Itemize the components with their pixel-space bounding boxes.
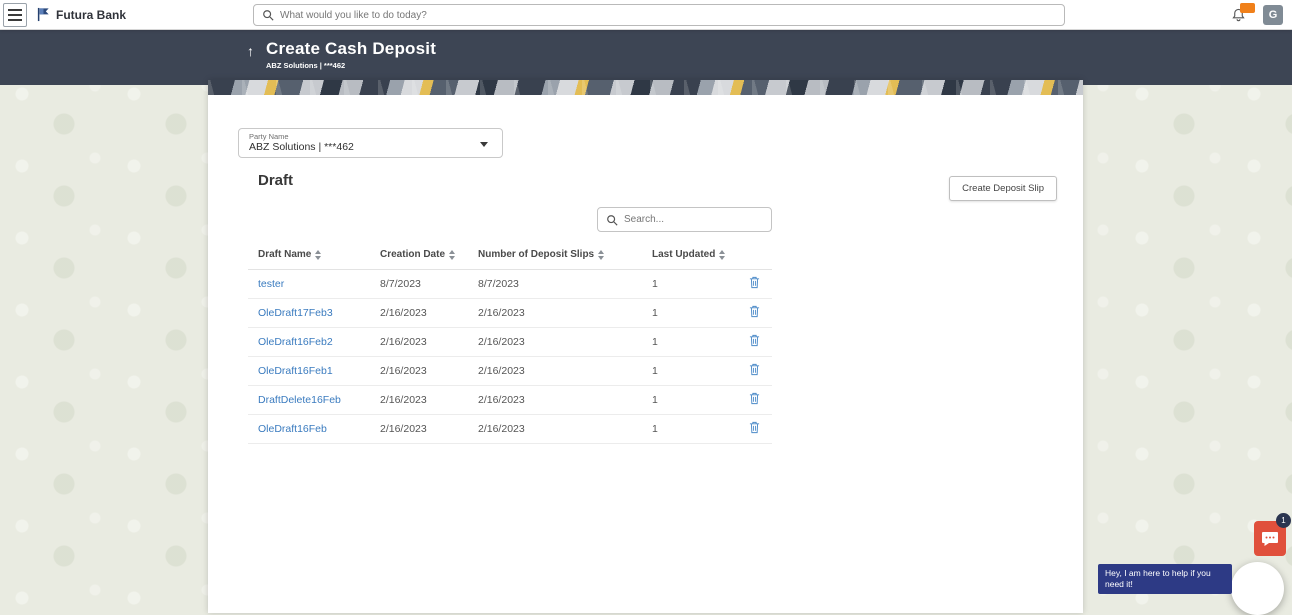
creation-date-cell: 8/7/2023 <box>380 278 421 290</box>
chevron-down-icon <box>480 142 488 151</box>
draft-name-link[interactable]: DraftDelete16Feb <box>258 394 380 406</box>
trash-icon <box>749 276 760 289</box>
trash-icon <box>749 392 760 405</box>
top-bar: Futura Bank G <box>0 0 1292 30</box>
search-icon <box>262 9 274 21</box>
deposit-slips-cell: 2/16/2023 <box>478 423 525 435</box>
chat-assistant-button[interactable] <box>1231 562 1284 615</box>
page-subtitle: ABZ Solutions | ***462 <box>266 61 346 70</box>
column-header-creation-date[interactable]: Creation Date <box>380 247 478 263</box>
trash-icon <box>749 334 760 347</box>
deposit-slips-cell: 2/16/2023 <box>478 394 525 406</box>
creation-date-cell: 2/16/2023 <box>380 365 427 377</box>
creation-date-cell: 2/16/2023 <box>380 336 427 348</box>
draft-name-link[interactable]: OleDraft17Feb3 <box>258 307 380 319</box>
last-updated-cell: 1 <box>652 336 658 348</box>
draft-name-link[interactable]: tester <box>258 278 380 290</box>
drafts-table: Draft Name Creation Date Number of Depos… <box>248 240 772 444</box>
table-row: OleDraft17Feb3 2/16/2023 2/16/2023 1 <box>248 299 772 328</box>
party-select-label: Party Name <box>249 132 289 141</box>
create-deposit-slip-button[interactable]: Create Deposit Slip <box>949 176 1057 201</box>
global-search-input[interactable] <box>280 9 1056 21</box>
hamburger-menu-button[interactable] <box>3 2 27 27</box>
draft-name-link[interactable]: OleDraft16Feb <box>258 423 380 435</box>
decorative-mosaic-banner <box>208 80 1083 95</box>
table-row: tester 8/7/2023 8/7/2023 1 <box>248 270 772 299</box>
trash-icon <box>749 421 760 434</box>
table-row: OleDraft16Feb1 2/16/2023 2/16/2023 1 <box>248 357 772 386</box>
trash-icon <box>749 305 760 318</box>
draft-name-link[interactable]: OleDraft16Feb2 <box>258 336 380 348</box>
last-updated-cell: 1 <box>652 365 658 377</box>
column-header-draft-name[interactable]: Draft Name <box>258 247 380 263</box>
delete-draft-button[interactable] <box>749 421 760 434</box>
table-row: OleDraft16Feb 2/16/2023 2/16/2023 1 <box>248 415 772 444</box>
trash-icon <box>749 363 760 376</box>
brand[interactable]: Futura Bank <box>36 7 126 22</box>
global-search <box>253 4 1065 26</box>
last-updated-cell: 1 <box>652 278 658 290</box>
page-header-band: ↑ Create Cash Deposit ABZ Solutions | **… <box>0 30 1292 85</box>
search-icon <box>606 214 618 226</box>
draft-name-link[interactable]: OleDraft16Feb1 <box>258 365 380 377</box>
chat-unread-badge: 1 <box>1276 513 1291 528</box>
sort-icon <box>315 247 322 263</box>
sort-icon <box>598 247 605 263</box>
creation-date-cell: 2/16/2023 <box>380 423 427 435</box>
notification-badge <box>1240 3 1255 13</box>
deposit-slips-cell: 2/16/2023 <box>478 307 525 319</box>
table-header-row: Draft Name Creation Date Number of Depos… <box>248 240 772 270</box>
column-header-number-of-deposit-slips[interactable]: Number of Deposit Slips <box>478 247 652 263</box>
delete-draft-button[interactable] <box>749 276 760 289</box>
sort-icon <box>719 247 726 263</box>
chat-tooltip: Hey, I am here to help if you need it! <box>1098 564 1232 595</box>
back-arrow-icon[interactable]: ↑ <box>247 43 254 70</box>
deposit-slips-cell: 2/16/2023 <box>478 336 525 348</box>
draft-section-title: Draft <box>258 172 294 189</box>
table-row: DraftDelete16Feb 2/16/2023 2/16/2023 1 <box>248 386 772 415</box>
topbar-right: G <box>1231 0 1283 30</box>
last-updated-cell: 1 <box>652 423 658 435</box>
page-title: Create Cash Deposit <box>266 39 437 58</box>
delete-draft-button[interactable] <box>749 392 760 405</box>
last-updated-cell: 1 <box>652 307 658 319</box>
delete-draft-button[interactable] <box>749 334 760 347</box>
futura-bank-logo-icon <box>36 7 51 22</box>
party-name-select[interactable]: Party Name ABZ Solutions | ***462 <box>238 128 503 158</box>
creation-date-cell: 2/16/2023 <box>380 394 427 406</box>
delete-draft-button[interactable] <box>749 305 760 318</box>
last-updated-cell: 1 <box>652 394 658 406</box>
draft-search-input[interactable] <box>624 214 763 225</box>
content-card: Party Name ABZ Solutions | ***462 Draft … <box>208 80 1083 613</box>
column-header-last-updated[interactable]: Last Updated <box>652 247 747 263</box>
notifications-button[interactable] <box>1231 3 1255 23</box>
party-select-value: ABZ Solutions | ***462 <box>249 141 354 153</box>
table-row: OleDraft16Feb2 2/16/2023 2/16/2023 1 <box>248 328 772 357</box>
brand-name: Futura Bank <box>56 7 127 22</box>
chat-bubble-icon <box>1262 531 1278 546</box>
creation-date-cell: 2/16/2023 <box>380 307 427 319</box>
draft-search <box>597 207 772 232</box>
sort-icon <box>449 247 456 263</box>
user-avatar-button[interactable]: G <box>1263 5 1283 25</box>
deposit-slips-cell: 2/16/2023 <box>478 365 525 377</box>
deposit-slips-cell: 8/7/2023 <box>478 278 519 290</box>
delete-draft-button[interactable] <box>749 363 760 376</box>
